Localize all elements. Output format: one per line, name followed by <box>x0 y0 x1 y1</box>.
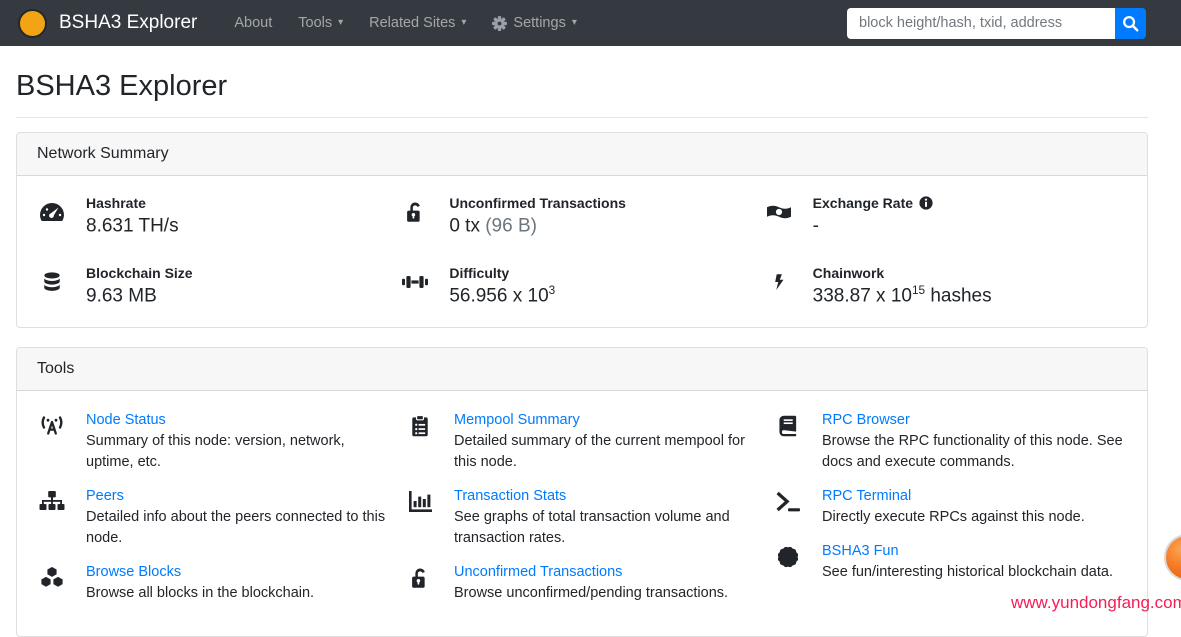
stat-value: 338.87 x 1015 hashes <box>812 284 992 307</box>
nav-item-about-label: About <box>234 15 273 31</box>
tool-rpc-browser: RPC Browser Browse the RPC functionality… <box>773 410 1127 473</box>
broadcast-tower-icon <box>37 410 67 473</box>
bolt-icon <box>764 265 794 307</box>
network-summary-header: Network Summary <box>17 133 1147 176</box>
tools-column-3: RPC Browser Browse the RPC functionality… <box>773 410 1127 596</box>
tool-link-mempool-summary[interactable]: Mempool Summary <box>454 412 580 428</box>
tool-browse-blocks: Browse Blocks Browse all blocks in the b… <box>37 562 391 604</box>
stat-exchange-rate: Exchange Rate - <box>764 195 1127 237</box>
tool-link-browse-blocks[interactable]: Browse Blocks <box>86 564 181 580</box>
brand-link[interactable]: BSHA3 Explorer <box>18 8 198 38</box>
info-circle-icon[interactable] <box>919 196 933 210</box>
tools-body: Node Status Summary of this node: versio… <box>17 391 1147 636</box>
tachometer-icon <box>37 195 67 237</box>
money-bill-icon <box>764 195 794 237</box>
search-input[interactable] <box>847 7 1115 39</box>
tool-desc: Browse all blocks in the blockchain. <box>86 584 315 601</box>
cubes-icon <box>37 562 67 604</box>
tool-peers: Peers Detailed info about the peers conn… <box>37 486 391 549</box>
book-icon <box>773 410 803 473</box>
tool-node-status: Node Status Summary of this node: versio… <box>37 410 391 473</box>
tool-link-rpc-terminal[interactable]: RPC Terminal <box>822 488 911 504</box>
tool-desc: Browse unconfirmed/pending transactions. <box>454 584 729 601</box>
dumbbell-icon <box>400 265 430 307</box>
chevron-down-icon: ▾ <box>338 17 344 28</box>
unlock-icon <box>400 195 430 237</box>
tool-desc: See fun/interesting historical blockchai… <box>822 563 1113 580</box>
tools-header: Tools <box>17 347 1147 391</box>
main-content: BSHA3 Explorer Network Summary Hashrate <box>0 70 1181 637</box>
bsha3-logo-icon <box>18 8 47 38</box>
tool-desc: Detailed info about the peers connected … <box>86 508 386 546</box>
tool-bsha3-fun: BSHA3 Fun See fun/interesting historical… <box>773 541 1127 583</box>
database-icon <box>37 265 67 307</box>
tool-link-unconfirmed-transactions[interactable]: Unconfirmed Transactions <box>454 564 622 580</box>
stat-hashrate: Hashrate 8.631 TH/s <box>37 195 400 237</box>
stat-value: 8.631 TH/s <box>86 215 179 237</box>
tool-link-peers[interactable]: Peers <box>86 488 124 504</box>
tool-rpc-terminal: RPC Terminal Directly execute RPCs again… <box>773 486 1127 528</box>
tool-transaction-stats: Transaction Stats See graphs of total tr… <box>405 486 759 549</box>
tool-link-transaction-stats[interactable]: Transaction Stats <box>454 488 566 504</box>
search-icon <box>1122 15 1139 32</box>
tool-desc: Browse the RPC functionality of this nod… <box>822 432 1123 470</box>
stat-value: 9.63 MB <box>86 285 157 307</box>
nav-item-about[interactable]: About <box>221 15 285 31</box>
chevron-down-icon: ▾ <box>461 17 467 28</box>
tool-desc: Detailed summary of the current mempool … <box>454 432 745 470</box>
stat-label: Chainwork <box>812 265 885 282</box>
sitemap-icon <box>37 486 67 549</box>
clipboard-list-icon <box>405 410 435 473</box>
stat-chainwork: Chainwork 338.87 x 1015 hashes <box>764 265 1127 307</box>
tool-link-node-status[interactable]: Node Status <box>86 412 166 428</box>
tool-unconfirmed-transactions: Unconfirmed Transactions Browse unconfir… <box>405 562 759 604</box>
stat-value: 56.956 x 103 <box>449 284 556 307</box>
stat-label: Unconfirmed Transactions <box>449 195 626 211</box>
brand-title: BSHA3 Explorer <box>59 12 198 33</box>
tool-desc: See graphs of total transaction volume a… <box>454 508 730 546</box>
certificate-icon <box>773 541 803 583</box>
search-button[interactable] <box>1115 7 1146 39</box>
tools-card: Tools Node Status Summary of this node: … <box>16 346 1148 637</box>
tool-link-bsha3-fun[interactable]: BSHA3 Fun <box>822 543 899 559</box>
watermark-text: www.yundongfang.com <box>1011 593 1181 612</box>
tool-mempool-summary: Mempool Summary Detailed summary of the … <box>405 410 759 473</box>
tools-column-2: Mempool Summary Detailed summary of the … <box>405 410 759 617</box>
nav-item-related-sites[interactable]: Related Sites ▾ <box>356 15 479 31</box>
navbar: BSHA3 Explorer About Tools ▾ Related Sit… <box>0 0 1181 46</box>
tool-desc: Directly execute RPCs against this node. <box>822 508 1085 525</box>
network-summary-card: Network Summary Hashrate 8.631 TH/s Unco… <box>16 132 1148 328</box>
stat-label: Hashrate <box>86 195 146 211</box>
search-form <box>847 7 1146 39</box>
stat-value: 0 tx (96 B) <box>449 215 537 237</box>
divider <box>16 117 1148 118</box>
stat-blockchain-size: Blockchain Size 9.63 MB <box>37 265 400 307</box>
chart-bar-icon <box>405 486 435 549</box>
nav-item-settings[interactable]: Settings ▾ <box>479 15 589 31</box>
nav-links: About Tools ▾ Related Sites ▾ Settings ▾ <box>221 15 590 31</box>
tool-desc: Summary of this node: version, network, … <box>86 432 345 470</box>
nav-item-settings-label: Settings <box>513 15 566 31</box>
tool-link-rpc-browser[interactable]: RPC Browser <box>822 412 910 428</box>
stat-value: - <box>812 215 819 237</box>
stat-label: Exchange Rate <box>813 195 933 211</box>
stat-label: Difficulty <box>449 265 510 282</box>
network-summary-body: Hashrate 8.631 TH/s Unconfirmed Transact… <box>17 176 1147 327</box>
gear-icon <box>492 15 508 31</box>
nav-item-related-sites-label: Related Sites <box>369 15 456 31</box>
terminal-icon <box>773 486 803 528</box>
page-title: BSHA3 Explorer <box>16 70 228 102</box>
stat-unconfirmed-transactions: Unconfirmed Transactions 0 tx (96 B) <box>400 195 763 237</box>
chevron-down-icon: ▾ <box>571 17 577 28</box>
tools-column-1: Node Status Summary of this node: versio… <box>37 410 391 617</box>
nav-item-tools-label: Tools <box>298 15 333 31</box>
stat-difficulty: Difficulty 56.956 x 103 <box>400 265 763 307</box>
stat-label: Blockchain Size <box>86 265 193 282</box>
unlock-icon <box>405 562 435 604</box>
nav-item-tools[interactable]: Tools ▾ <box>285 15 356 31</box>
